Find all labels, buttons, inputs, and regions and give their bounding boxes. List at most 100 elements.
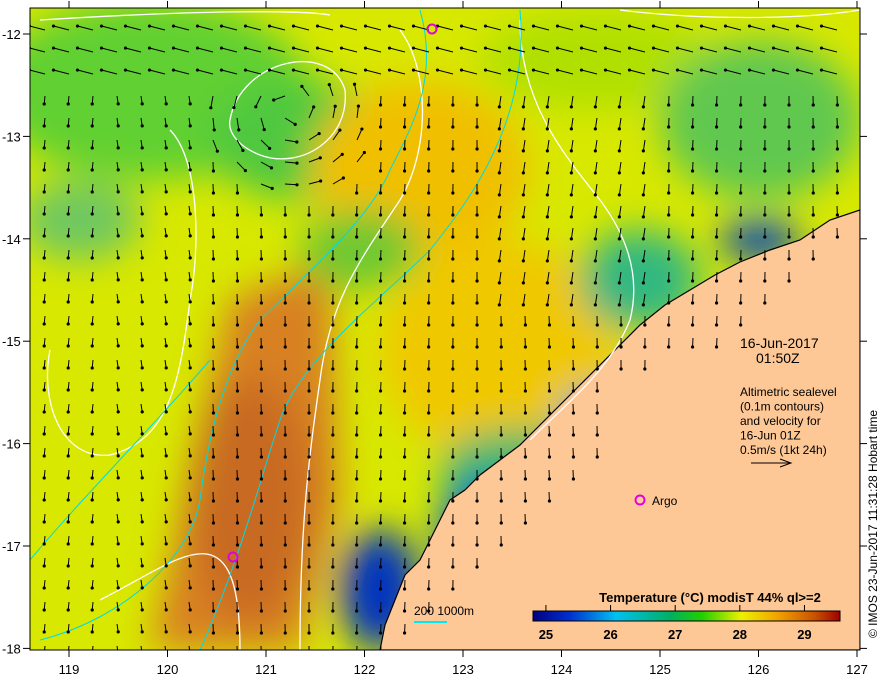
velocity-vector-head bbox=[570, 259, 573, 262]
velocity-vector-head bbox=[284, 235, 287, 238]
velocity-vector-head bbox=[189, 454, 192, 457]
velocity-vector-head bbox=[594, 127, 597, 130]
velocity-vector-head bbox=[284, 411, 287, 414]
velocity-vector-head bbox=[189, 234, 192, 237]
velocity-vector-head bbox=[403, 455, 406, 458]
velocity-vector-head bbox=[451, 345, 454, 348]
velocity-vector-head bbox=[379, 301, 382, 304]
velocity-vector-head bbox=[209, 106, 212, 109]
velocity-vector-head bbox=[28, 68, 31, 71]
x-tick-label: 120 bbox=[157, 662, 179, 677]
velocity-vector-head bbox=[260, 433, 263, 436]
velocity-vector-head bbox=[307, 455, 310, 458]
velocity-vector-head bbox=[820, 24, 823, 27]
velocity-vector-head bbox=[596, 345, 599, 348]
velocity-vector-head bbox=[548, 323, 551, 326]
velocity-vector-head bbox=[91, 454, 94, 457]
velocity-vector-head bbox=[212, 191, 215, 194]
velocity-vector-head bbox=[812, 257, 815, 260]
velocity-vector-head bbox=[236, 631, 239, 634]
velocity-vector-head bbox=[165, 542, 168, 545]
velocity-vector-head bbox=[475, 257, 478, 260]
velocity-vector-head bbox=[43, 542, 46, 545]
velocity-vector-head bbox=[260, 213, 263, 216]
velocity-vector-head bbox=[284, 609, 287, 612]
velocity-vector-head bbox=[570, 215, 573, 218]
velocity-vector-head bbox=[67, 322, 70, 325]
velocity-vector-head bbox=[43, 630, 46, 633]
velocity-vector-head bbox=[124, 24, 127, 27]
velocity-vector-head bbox=[379, 499, 382, 502]
velocity-vector-head bbox=[787, 257, 790, 260]
velocity-vector-head bbox=[236, 543, 239, 546]
velocity-vector-head bbox=[715, 257, 718, 260]
velocity-vector-head bbox=[715, 279, 718, 282]
velocity-vector-head bbox=[165, 476, 168, 479]
velocity-vector-head bbox=[427, 411, 430, 414]
velocity-vector-head bbox=[796, 68, 799, 71]
velocity-vector-head bbox=[43, 344, 46, 347]
velocity-vector-head bbox=[642, 171, 645, 174]
map-date: 16-Jun-2017 bbox=[740, 335, 819, 351]
velocity-vector-head bbox=[331, 455, 334, 458]
velocity-vector-head bbox=[355, 411, 358, 414]
velocity-vector-head bbox=[642, 259, 645, 262]
velocity-vector-head bbox=[260, 477, 263, 480]
velocity-vector-head bbox=[260, 345, 263, 348]
velocity-vector-head bbox=[212, 499, 215, 502]
velocity-vector-head bbox=[691, 169, 694, 172]
velocity-vector-head bbox=[307, 235, 310, 238]
velocity-vector-head bbox=[91, 146, 94, 149]
velocity-vector-head bbox=[363, 151, 366, 154]
velocity-vector-head bbox=[43, 498, 46, 501]
velocity-vector-head bbox=[141, 586, 144, 589]
velocity-vector-head bbox=[117, 212, 120, 215]
velocity-vector-head bbox=[379, 433, 382, 436]
velocity-vector-head bbox=[67, 278, 70, 281]
velocity-vector-head bbox=[331, 609, 334, 612]
velocity-vector-head bbox=[52, 68, 55, 71]
velocity-vector-head bbox=[594, 303, 597, 306]
velocity-vector-head bbox=[403, 587, 406, 590]
velocity-vector-head bbox=[117, 146, 120, 149]
velocity-vector-head bbox=[524, 521, 527, 524]
velocity-vector-head bbox=[117, 388, 120, 391]
velocity-vector-head bbox=[379, 279, 382, 282]
velocity-vector-head bbox=[596, 433, 599, 436]
colorbar-tick-label: 28 bbox=[733, 627, 747, 642]
velocity-vector-head bbox=[284, 323, 287, 326]
velocity-vector-head bbox=[570, 127, 573, 130]
velocity-vector-head bbox=[141, 102, 144, 105]
velocity-vector-head bbox=[379, 389, 382, 392]
velocity-vector-head bbox=[91, 652, 94, 655]
velocity-vector-head bbox=[340, 46, 343, 49]
velocity-vector-head bbox=[117, 300, 120, 303]
velocity-vector-head bbox=[475, 301, 478, 304]
velocity-vector-head bbox=[812, 191, 815, 194]
velocity-vector-head bbox=[43, 146, 46, 149]
velocity-vector-head bbox=[307, 521, 310, 524]
velocity-vector-head bbox=[212, 345, 215, 348]
velocity-vector-head bbox=[836, 147, 839, 150]
velocity-vector-head bbox=[148, 24, 151, 27]
velocity-vector-head bbox=[451, 125, 454, 128]
x-tick-label: 121 bbox=[255, 662, 277, 677]
velocity-vector-head bbox=[28, 46, 31, 49]
velocity-vector-head bbox=[619, 345, 622, 348]
velocity-vector-head bbox=[319, 179, 322, 182]
x-tick-label: 122 bbox=[354, 662, 376, 677]
velocity-vector-head bbox=[451, 235, 454, 238]
velocity-vector-head bbox=[67, 630, 70, 633]
velocity-vector-head bbox=[141, 344, 144, 347]
velocity-vector-head bbox=[355, 367, 358, 370]
velocity-vector-head bbox=[667, 345, 670, 348]
velocity-vector-head bbox=[532, 24, 535, 27]
velocity-vector-head bbox=[236, 411, 239, 414]
velocity-vector-head bbox=[524, 433, 527, 436]
velocity-vector-head bbox=[43, 234, 46, 237]
velocity-vector-head bbox=[667, 323, 670, 326]
velocity-vector-head bbox=[594, 171, 597, 174]
velocity-vector-head bbox=[676, 24, 679, 27]
velocity-vector-head bbox=[820, 68, 823, 71]
velocity-vector-head bbox=[331, 279, 334, 282]
